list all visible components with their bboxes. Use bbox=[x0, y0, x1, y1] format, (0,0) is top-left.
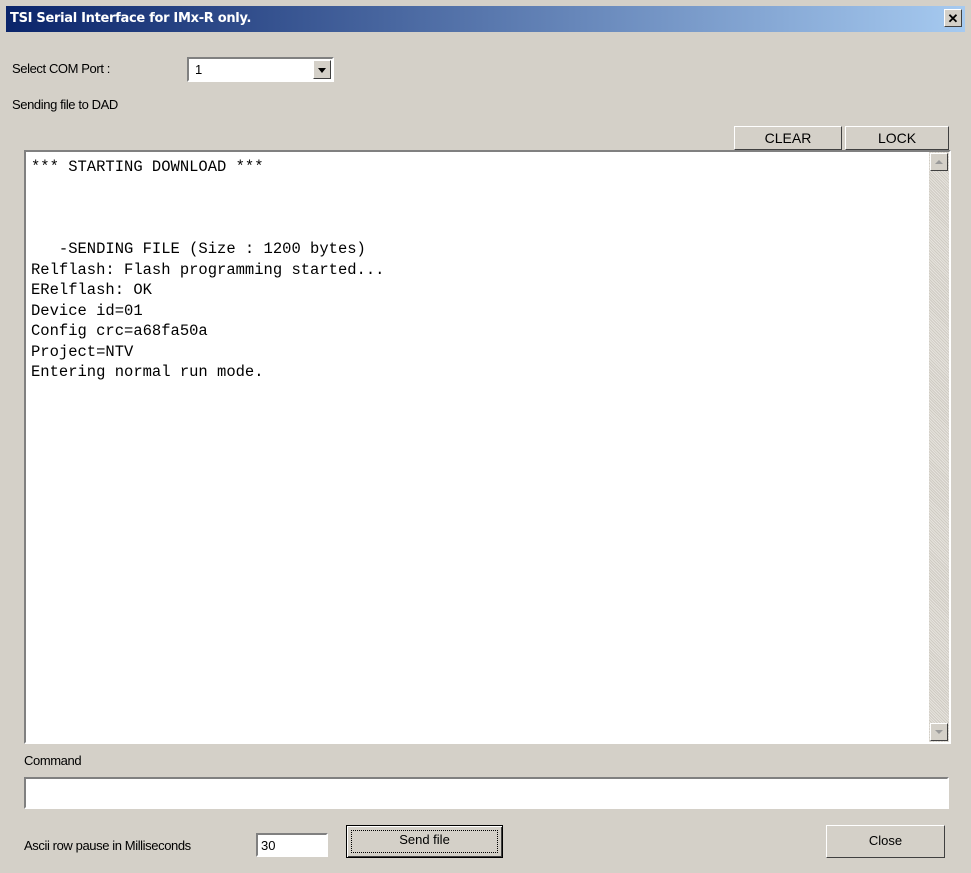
dialog-window: TSI Serial Interface for IMx-R only. ✕ S… bbox=[0, 0, 971, 873]
window-close-button[interactable]: ✕ bbox=[944, 9, 962, 27]
send-file-label: Send file bbox=[399, 832, 450, 847]
arrow-up-icon bbox=[935, 160, 943, 164]
command-label: Command bbox=[24, 753, 82, 768]
close-button[interactable]: Close bbox=[826, 825, 945, 858]
output-log[interactable]: *** STARTING DOWNLOAD *** -SENDING FILE … bbox=[24, 150, 951, 744]
pause-ms-input[interactable] bbox=[256, 833, 328, 857]
command-input[interactable] bbox=[24, 777, 949, 809]
scroll-up-button[interactable] bbox=[930, 153, 948, 171]
status-text: Sending file to DAD bbox=[12, 97, 118, 112]
output-scrollbar[interactable] bbox=[929, 152, 949, 742]
output-line: Project=NTV bbox=[31, 342, 134, 361]
output-line: *** STARTING DOWNLOAD *** bbox=[31, 158, 264, 176]
arrow-down-icon bbox=[935, 730, 943, 734]
output-line: Relflash: Flash programming started... bbox=[31, 260, 385, 279]
output-line: Device id=01 bbox=[31, 301, 143, 320]
output-line: ERelflash: OK bbox=[31, 281, 152, 299]
output-line: -SENDING FILE (Size : 1200 bytes) bbox=[31, 240, 366, 258]
com-port-select[interactable]: 1 bbox=[187, 57, 334, 82]
com-port-dropdown-button[interactable] bbox=[313, 60, 331, 79]
close-button-label: Close bbox=[868, 833, 903, 848]
output-text: *** STARTING DOWNLOAD *** -SENDING FILE … bbox=[31, 157, 384, 383]
scroll-down-button[interactable] bbox=[930, 723, 948, 741]
com-port-label: Select COM Port : bbox=[12, 61, 110, 76]
output-line: Config crc=a68fa50a bbox=[31, 322, 208, 340]
pause-label: Ascii row pause in Milliseconds bbox=[24, 838, 191, 853]
com-port-value: 1 bbox=[195, 62, 203, 77]
send-file-button[interactable]: Send file bbox=[346, 825, 503, 858]
window-title: TSI Serial Interface for IMx-R only. bbox=[10, 11, 252, 26]
chevron-down-icon bbox=[318, 68, 326, 73]
close-icon: ✕ bbox=[947, 10, 959, 26]
title-bar[interactable]: TSI Serial Interface for IMx-R only. ✕ bbox=[6, 6, 965, 32]
clear-button[interactable]: CLEAR bbox=[734, 126, 842, 150]
lock-button[interactable]: LOCK bbox=[845, 126, 949, 150]
output-line: Entering normal run mode. bbox=[31, 363, 264, 381]
